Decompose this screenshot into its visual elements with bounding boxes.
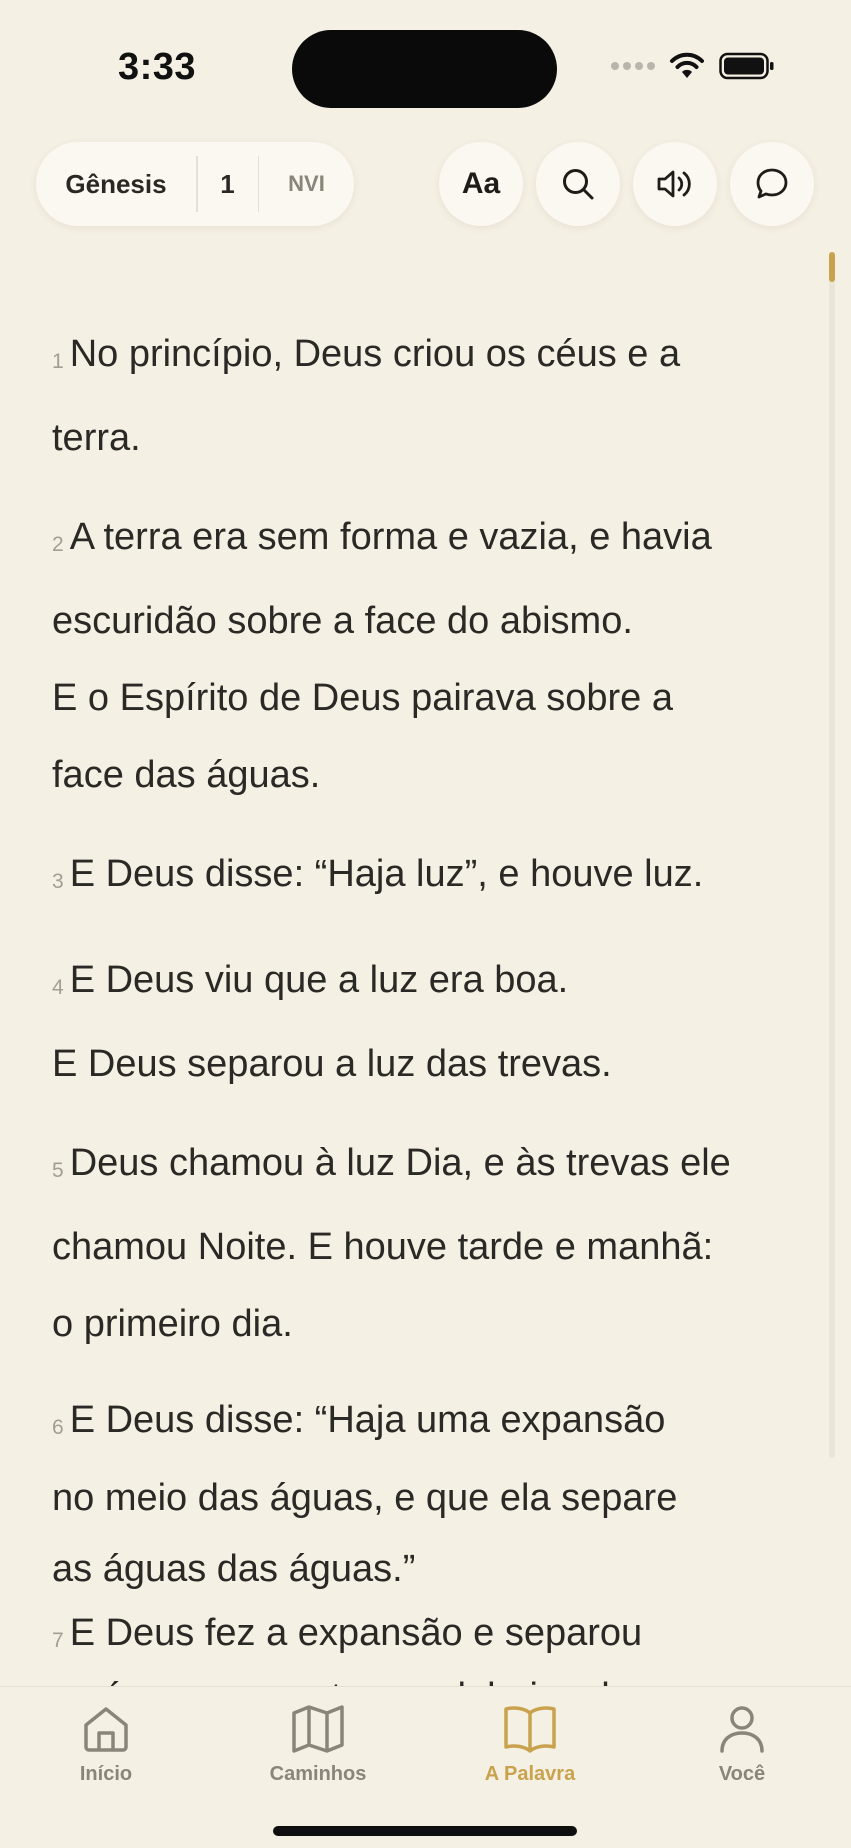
verse-text: Deus chamou à luz Dia, e às trevas ele [69, 1142, 731, 1184]
verse-line: 3E Deus disse: “Haja luz”, e houve luz. [52, 836, 792, 920]
status-icons [611, 52, 775, 80]
verse: 7E Deus fez a expansão e separou as água… [52, 1605, 792, 1686]
verse-text: no meio das águas, e que ela separe [52, 1477, 678, 1519]
verse: 3E Deus disse: “Haja luz”, e houve luz. [52, 836, 792, 920]
audio-button[interactable] [633, 142, 717, 226]
verse-text: E Deus viu que a luz era boa. [69, 959, 569, 1001]
nav-label: Início [79, 1763, 133, 1785]
verse-line: 7E Deus fez a expansão e separou [52, 1605, 792, 1669]
verse-line: 5 Deus chamou à luz Dia, e às trevas ele [52, 1125, 792, 1209]
verse-text: escuridão sobre a face do abismo. [52, 600, 633, 642]
verse-line: 2A terra era sem forma e vazia, e havia [52, 499, 792, 583]
home-indicator[interactable] [273, 1826, 577, 1836]
book-selector[interactable]: Gênesis [36, 142, 196, 226]
verse-text: E Deus fez a expansão e separou [69, 1612, 643, 1654]
verse-text: No princípio, Deus criou os céus e a [69, 333, 681, 375]
nav-label: A Palavra [484, 1763, 576, 1785]
verse: 4E Deus viu que a luz era boa. E Deus se… [52, 942, 792, 1103]
chapter-selector[interactable]: 1 [198, 142, 258, 226]
cellular-signal-icon [611, 62, 655, 70]
verse-number: 1 [52, 350, 64, 373]
verse-text: A terra era sem forma e vazia, e havia [69, 516, 712, 558]
speaker-icon [657, 170, 691, 198]
battery-icon [719, 52, 774, 80]
nav-label: Caminhos [269, 1763, 367, 1785]
verse-number: 4 [52, 976, 64, 999]
nav-item-inicio[interactable]: Início [26, 1703, 186, 1786]
font-settings-button[interactable]: Aa [439, 142, 523, 226]
verse-number: 7 [52, 1629, 64, 1652]
verse-text: terra. [52, 417, 141, 459]
verse-text: chamou Noite. E houve tarde e manhã: [52, 1226, 714, 1268]
search-button[interactable] [536, 142, 620, 226]
wifi-icon [670, 52, 704, 78]
scripture-reader[interactable]: 1 No princípio, Deus criou os céus e a te… [52, 320, 792, 1686]
verse: 1 No princípio, Deus criou os céus e a te… [52, 320, 792, 477]
verse-text: E Deus separou a luz das trevas. [52, 1043, 612, 1085]
verse-text: as águas que estavam debaixo da [52, 1669, 792, 1686]
chat-button[interactable] [730, 142, 814, 226]
search-icon [563, 169, 594, 200]
verse-line: 4E Deus viu que a luz era boa. [52, 942, 792, 1026]
font-settings-label: Aa [461, 167, 501, 200]
verse-line: 1 No princípio, Deus criou os céus e a [52, 320, 792, 400]
nav-item-voce[interactable]: Você [662, 1703, 822, 1786]
verse-line: 6E Deus disse: “Haja uma expansão [52, 1385, 792, 1463]
book-icon [504, 1706, 556, 1753]
verse-text: E Deus disse: “Haja uma expansão [69, 1399, 666, 1441]
bottom-nav: Início Caminhos A Palavra Você [0, 1686, 851, 1848]
verse: 6E Deus disse: “Haja uma expansão no mei… [52, 1385, 792, 1605]
nav-label: Você [718, 1763, 766, 1785]
person-icon [720, 1706, 764, 1753]
verse-number: 3 [52, 870, 64, 893]
verse-number: 2 [52, 533, 64, 556]
status-time: 3:33 [118, 46, 197, 88]
verse: 2A terra era sem forma e vazia, e havia … [52, 499, 792, 814]
scroll-thumb[interactable] [829, 252, 835, 282]
chat-bubble-icon [756, 168, 788, 199]
verse-text: face das águas. [52, 754, 321, 796]
verse-text: E o Espírito de Deus pairava sobre a [52, 677, 674, 719]
verse-number: 6 [52, 1416, 64, 1439]
scroll-track[interactable] [829, 252, 835, 1458]
nav-item-caminhos[interactable]: Caminhos [238, 1703, 398, 1786]
verse-text: o primeiro dia. [52, 1303, 293, 1345]
passage-selector: Gênesis 1 NVI [36, 142, 354, 226]
version-selector[interactable]: NVI [259, 142, 354, 226]
dynamic-island [292, 30, 557, 108]
verse-text: E Deus disse: “Haja luz”, e houve luz. [69, 853, 704, 895]
verse-text: as águas das águas.” [52, 1548, 416, 1590]
home-icon [84, 1707, 128, 1752]
verse: 5 Deus chamou à luz Dia, e às trevas ele … [52, 1125, 792, 1363]
nav-item-a-palavra[interactable]: A Palavra [450, 1703, 610, 1786]
map-icon [292, 1705, 344, 1753]
verse-number: 5 [52, 1159, 64, 1182]
